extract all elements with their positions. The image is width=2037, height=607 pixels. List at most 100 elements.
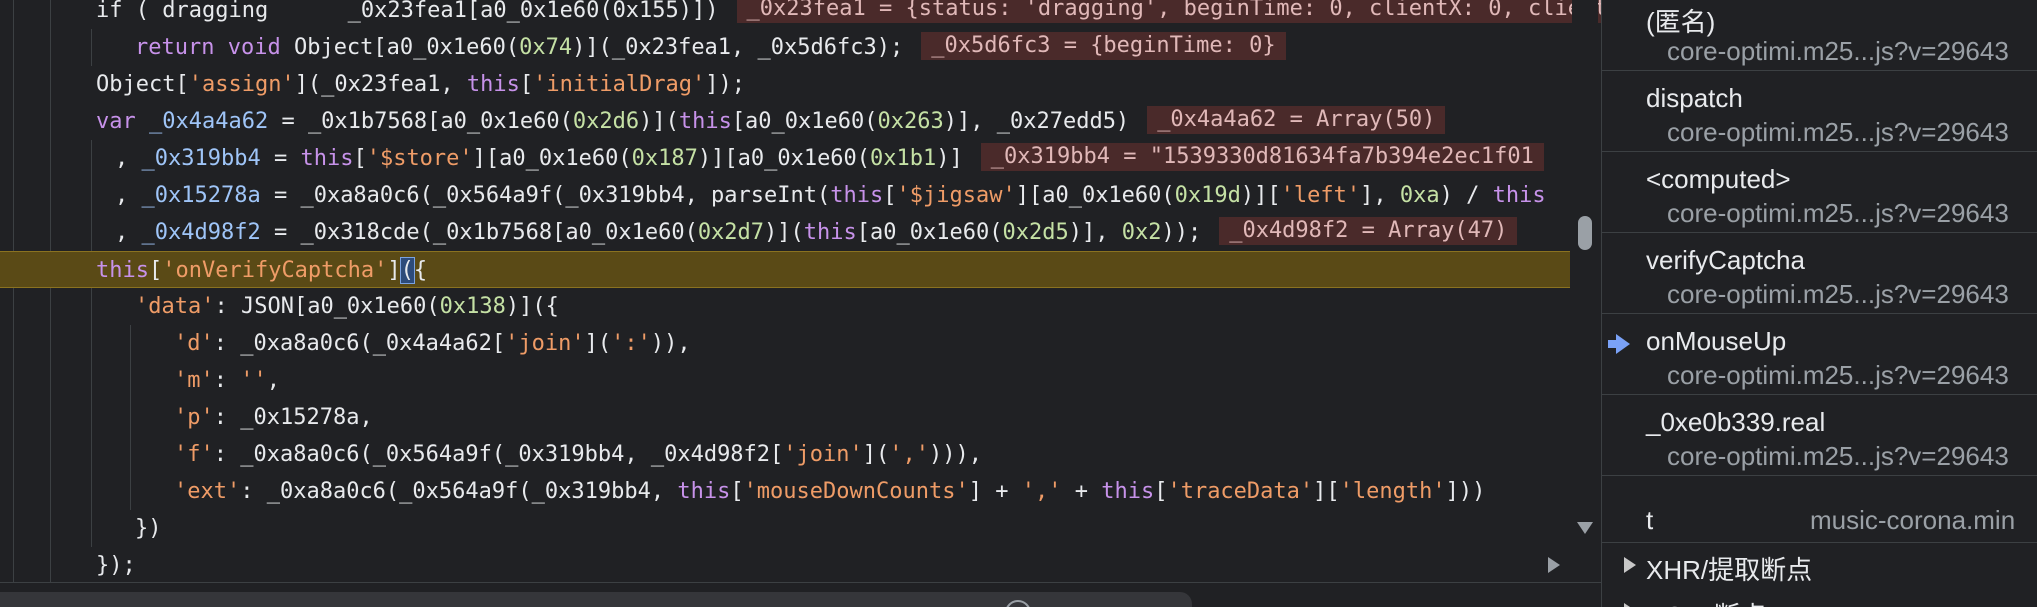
code-line[interactable]: }); <box>0 547 1570 582</box>
code-token: this <box>1101 479 1155 504</box>
code-line[interactable]: , _0x15278a = _0xa8a0c6(_0x564a9f(_0x319… <box>0 177 1570 214</box>
code-token: { <box>413 258 428 283</box>
indent-guide <box>50 288 51 325</box>
inline-value-badge[interactable]: _0x4a4a62 = Array(50) <box>1147 106 1446 134</box>
scroll-down-arrow-icon[interactable] <box>1577 522 1593 534</box>
code-token: [ <box>353 146 367 171</box>
code-token: )][a0_0x1e60( <box>697 146 871 171</box>
code-token: [ <box>519 72 534 97</box>
indent-guide <box>13 177 14 214</box>
code-token: )); <box>1161 220 1202 245</box>
call-stack-frame-t[interactable]: t music-corona.min <box>1602 497 2037 543</box>
code-line[interactable]: , _0x319bb4 = this['$store'][a0_0x1e60(0… <box>0 140 1570 177</box>
section-xhr-breakpoints[interactable]: XHR/提取断点 <box>1602 544 2037 588</box>
code-token: )][ <box>1240 183 1281 208</box>
vertical-scrollbar[interactable] <box>1572 0 1598 548</box>
code-token: 0xa <box>1399 183 1440 208</box>
code-token: : JSON[a0_0x1e60( <box>214 294 440 319</box>
code-token: 0x138 <box>439 294 506 319</box>
indent-guide <box>50 362 51 399</box>
frame-name: <computed> <box>1646 164 1791 194</box>
code-text: return void Object[a0_0x1e60(0x74)](_0x2… <box>135 29 1286 66</box>
code-line[interactable]: 'p': _0x15278a, <box>0 399 1570 436</box>
call-stack-frame[interactable]: _0xe0b339.real core-optimi.m25...js?v=296… <box>1602 395 2037 476</box>
code-token: 'mouseDownCounts' <box>743 479 969 504</box>
call-stack-frame[interactable]: (匿名) core-optimi.m25...js?v=29643 <box>1602 0 2037 71</box>
code-token: , <box>115 146 142 171</box>
indent-guide <box>13 362 14 399</box>
code-token: '' <box>240 368 267 393</box>
code-text: }); <box>96 547 136 582</box>
indent-guide <box>91 214 92 251</box>
indent-guide <box>130 436 131 473</box>
inline-value-badge[interactable]: _0x4d98f2 = Array(47) <box>1219 217 1518 245</box>
call-stack-frame[interactable]: dispatch core-optimi.m25...js?v=29643 <box>1602 71 2037 152</box>
code-line[interactable]: 'data': JSON[a0_0x1e60(0x138)]({ <box>0 288 1570 325</box>
frame-location[interactable]: core-optimi.m25...js?v=29643 <box>1667 441 2009 472</box>
code-token: 0x2d5 <box>1002 220 1069 245</box>
code-token: if ( dragging <box>96 0 282 23</box>
call-stack-frame[interactable]: <computed> core-optimi.m25...js?v=29643 <box>1602 152 2037 233</box>
call-stack-frame[interactable]: verifyCaptcha core-optimi.m25...js?v=2964… <box>1602 233 2037 314</box>
indent-guide <box>50 473 51 510</box>
indent-guide <box>91 288 92 325</box>
inline-value-badge[interactable]: _0x23fea1 = {status: 'dragging', beginTi… <box>736 0 1601 23</box>
code-token: : _0xa8a0c6(_0x564a9f(_0x319bb4, _0x4d98… <box>213 442 784 467</box>
call-stack-frame[interactable]: onMouseUp core-optimi.m25...js?v=29643 <box>1602 314 2037 395</box>
code-token: this <box>830 183 884 208</box>
code-line[interactable]: 'd': _0xa8a0c6(_0x4a4a62['join'](':')), <box>0 325 1570 362</box>
expand-triangle-icon[interactable] <box>1624 557 1636 573</box>
code-token: 'm' <box>174 368 214 393</box>
code-text: 'f': _0xa8a0c6(_0x564a9f(_0x319bb4, _0x4… <box>174 436 982 473</box>
code-token: 'p' <box>174 405 214 430</box>
code-editor[interactable]: if ( dragging _0x23fea1[a0_0x1e60(0x155)… <box>0 0 1601 582</box>
indent-guide <box>91 510 92 547</box>
code-line[interactable]: Object['assign'](_0x23fea1, this['initia… <box>0 66 1570 103</box>
inline-value-badge[interactable]: _0x319bb4 = "1539330d81634fa7b394e2ec1f0… <box>980 143 1544 171</box>
code-token: ](_0x23fea1, <box>294 72 467 97</box>
indent-guide <box>50 436 51 473</box>
code-token: )]({ <box>505 294 559 319</box>
indent-guide <box>50 325 51 362</box>
call-stack-panel: (匿名) core-optimi.m25...js?v=29643 dispatch… <box>1602 0 2037 607</box>
code-token: : <box>213 368 241 393</box>
code-token: }) <box>135 516 162 541</box>
frame-location[interactable]: core-optimi.m25...js?v=29643 <box>1667 279 2009 310</box>
frame-location[interactable]: core-optimi.m25...js?v=29643 <box>1667 36 2009 67</box>
code-token: [ <box>1154 479 1168 504</box>
code-line[interactable]: if ( dragging _0x23fea1[a0_0x1e60(0x155)… <box>0 0 1601 29</box>
expand-triangle-icon[interactable] <box>1624 603 1636 607</box>
scroll-right-arrow-icon[interactable] <box>1548 557 1560 573</box>
code-line[interactable]: }) <box>0 510 1570 547</box>
indent-guide <box>91 29 92 66</box>
code-token: }); <box>96 553 136 578</box>
code-line[interactable]: var _0x4a4a62 = _0x1b7568[a0_0x1e60(0x2d… <box>0 103 1570 140</box>
section-dom-breakpoints[interactable]: DOM 断点 <box>1602 590 2037 607</box>
code-token: 'join' <box>505 331 585 356</box>
code-token: ] <box>387 258 401 283</box>
frame-location[interactable]: core-optimi.m25...js?v=29643 <box>1667 360 2009 391</box>
code-token: , <box>115 220 142 245</box>
vertical-scroll-thumb[interactable] <box>1578 216 1592 250</box>
code-token: ][a0_0x1e60( <box>472 146 632 171</box>
code-line[interactable]: 'ext': _0xa8a0c6(_0x564a9f(_0x319bb4, th… <box>0 473 1570 510</box>
code-token: this <box>678 109 732 134</box>
paused-code-line[interactable]: this['onVerifyCaptcha']({ <box>0 251 1570 288</box>
frame-name: onMouseUp <box>1646 326 1787 356</box>
code-token: [a0_0x1e60( <box>856 220 1003 245</box>
indent-guide <box>13 510 14 547</box>
code-token: : _0xa8a0c6(_0x564a9f(_0x319bb4, <box>240 479 678 504</box>
code-line[interactable]: 'f': _0xa8a0c6(_0x564a9f(_0x319bb4, _0x4… <box>0 436 1570 473</box>
inline-value-badge[interactable]: _0x5d6fc3 = {beginTime: 0} <box>921 32 1286 60</box>
frame-location[interactable]: core-optimi.m25...js?v=29643 <box>1667 198 2009 229</box>
code-token: Object[ <box>96 72 189 97</box>
code-line[interactable]: , _0x4d98f2 = _0x318cde(_0x1b7568[a0_0x1… <box>0 214 1570 251</box>
code-line[interactable]: return void Object[a0_0x1e60(0x74)](_0x2… <box>0 29 1570 66</box>
indent-guide <box>91 362 92 399</box>
code-token: ) / <box>1439 183 1493 208</box>
code-token: 'left' <box>1280 183 1361 208</box>
current-frame-arrow-icon <box>1608 334 1630 354</box>
code-token: [ <box>730 479 744 504</box>
frame-location[interactable]: core-optimi.m25...js?v=29643 <box>1667 117 2009 148</box>
code-line[interactable]: 'm': '', <box>0 362 1570 399</box>
